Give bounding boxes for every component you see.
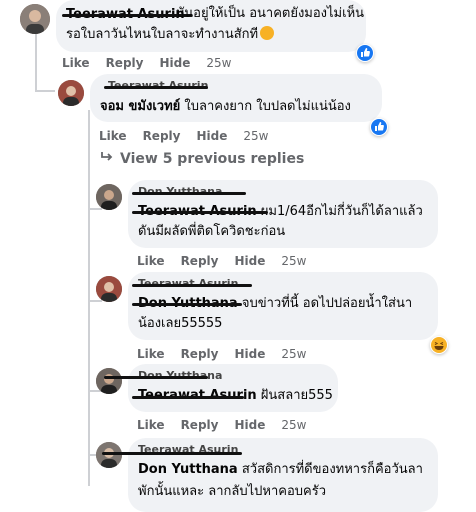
avatar[interactable] bbox=[96, 368, 122, 394]
comment-text-line-1: บันอยู่ให้เป็น อนาคตยังมองไม่เห็น bbox=[176, 6, 365, 21]
reply-bubble: Teerawat Asurin Don Yutthana จบข่าวที่นี… bbox=[128, 272, 438, 340]
mention-tag[interactable]: จอม ขมังเวทย์ bbox=[100, 99, 180, 114]
haha-icon[interactable] bbox=[430, 336, 448, 354]
like-button[interactable]: Like bbox=[62, 56, 90, 70]
avatar[interactable] bbox=[96, 184, 122, 210]
redaction-mark bbox=[104, 376, 208, 379]
comment-text-line-2: รอใบลาวันไหนใบลาจะทำงานสักที bbox=[66, 25, 275, 45]
reply-text-line-1: Don Yutthana สวัสดิการที่ดีของทหารก็คือว… bbox=[138, 462, 423, 477]
comment-actions: Like Reply Hide 25w bbox=[99, 129, 284, 143]
reply-text-line-2: น้องเลย55555 bbox=[138, 316, 223, 331]
mention-tag[interactable]: Don Yutthana bbox=[138, 462, 238, 477]
redaction-mark bbox=[132, 303, 242, 306]
timestamp[interactable]: 25w bbox=[281, 347, 306, 361]
thread-line bbox=[35, 34, 37, 92]
redaction-mark bbox=[62, 14, 192, 17]
reply-button[interactable]: Reply bbox=[143, 129, 181, 143]
reply-button[interactable]: Reply bbox=[181, 418, 219, 432]
thread-line bbox=[88, 300, 102, 302]
thread-line bbox=[88, 110, 90, 486]
redaction-mark bbox=[132, 211, 268, 214]
timestamp[interactable]: 25w bbox=[281, 254, 306, 268]
avatar[interactable] bbox=[96, 442, 122, 468]
comment-bubble: Teerawat Asurin จอม ขมังเวทย์ ใบลาคงยาก … bbox=[90, 74, 382, 122]
reply-bubble: Don Yutthana Teerawat Asurin ฝันสลาย555 bbox=[104, 364, 338, 412]
redaction-mark bbox=[102, 452, 242, 455]
thread-line bbox=[35, 90, 55, 92]
like-button[interactable]: Like bbox=[99, 129, 127, 143]
comment-text-line-1: จอม ขมังเวทย์ ใบลาคงยาก ใบปลดไม่แน่น้อง bbox=[100, 99, 351, 114]
reply-button[interactable]: Reply bbox=[106, 56, 144, 70]
timestamp[interactable]: 25w bbox=[281, 418, 306, 432]
view-previous-replies-link[interactable]: View 5 previous replies bbox=[100, 151, 304, 167]
reply-bubble: Teerawat Asurin Don Yutthana สวัสดิการที… bbox=[102, 438, 438, 512]
timestamp[interactable]: 25w bbox=[206, 56, 231, 70]
redaction-mark bbox=[132, 284, 252, 287]
avatar[interactable] bbox=[20, 4, 50, 34]
redaction-mark bbox=[132, 192, 246, 195]
comment-actions: Like Reply Hide 25w bbox=[62, 56, 247, 70]
like-button[interactable]: Like bbox=[137, 418, 165, 432]
thread-line bbox=[88, 208, 102, 210]
reply-bubble: Don Yutthana Teerawat Asurin ผม1/64อีกไม… bbox=[128, 180, 438, 248]
hide-button[interactable]: Hide bbox=[234, 418, 265, 432]
like-icon[interactable] bbox=[356, 44, 374, 62]
like-button[interactable]: Like bbox=[137, 254, 165, 268]
hide-button[interactable]: Hide bbox=[159, 56, 190, 70]
comment-bubble: Teerawat Asurin บันอยู่ให้เป็น อนาคตยังม… bbox=[56, 0, 366, 52]
avatar[interactable] bbox=[58, 80, 84, 106]
hide-button[interactable]: Hide bbox=[234, 347, 265, 361]
timestamp[interactable]: 25w bbox=[243, 129, 268, 143]
redaction-mark bbox=[104, 86, 208, 89]
sad-emoji-icon bbox=[260, 26, 275, 40]
like-button[interactable]: Like bbox=[137, 347, 165, 361]
hide-button[interactable]: Hide bbox=[234, 254, 265, 268]
avatar[interactable] bbox=[96, 276, 122, 302]
hide-button[interactable]: Hide bbox=[196, 129, 227, 143]
reply-text-line-2: พักนั้นแหละ ลากลับไปหาคอบครัว bbox=[138, 484, 326, 499]
reply-button[interactable]: Reply bbox=[181, 347, 219, 361]
like-icon[interactable] bbox=[370, 118, 388, 136]
redaction-mark bbox=[132, 396, 244, 399]
reply-arrow-icon bbox=[100, 151, 114, 167]
reply-actions: Like Reply Hide 25w bbox=[137, 418, 322, 432]
reply-button[interactable]: Reply bbox=[181, 254, 219, 268]
reply-text-line-2: ดันมีผลัดพี่ติดโควิดชะก่อน bbox=[138, 224, 286, 239]
reply-actions: Like Reply Hide 25w bbox=[137, 254, 322, 268]
reply-actions: Like Reply Hide 25w bbox=[137, 347, 322, 361]
